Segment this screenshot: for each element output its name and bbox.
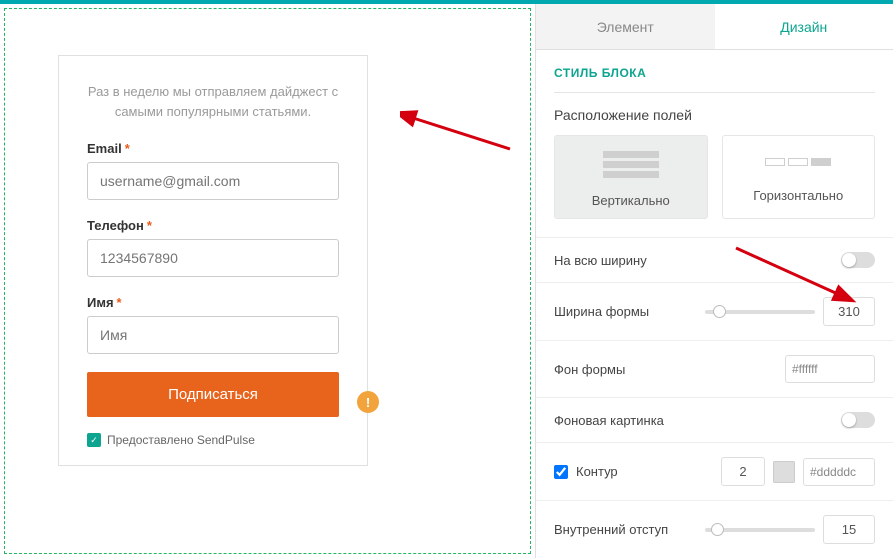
phone-field[interactable]: [87, 239, 339, 277]
bg-image-row: Фоновая картинка: [536, 397, 893, 442]
warning-icon[interactable]: !: [357, 391, 379, 413]
form-width-input[interactable]: [823, 297, 875, 326]
layout-options: Вертикально Горизонтально: [536, 135, 893, 237]
sendpulse-icon: ✓: [87, 433, 101, 447]
padding-slider[interactable]: [705, 528, 815, 532]
padding-row: Внутренний отступ: [536, 500, 893, 558]
section-title: СТИЛЬ БЛОКА: [536, 50, 893, 92]
phone-label: Телефон*: [87, 218, 339, 233]
padding-label: Внутренний отступ: [554, 522, 668, 537]
vertical-preview-icon: [603, 148, 659, 181]
form-intro-text: Раз в неделю мы отправляем дайджест с са…: [87, 82, 339, 121]
properties-panel: Элемент Дизайн СТИЛЬ БЛОКА Расположение …: [535, 4, 893, 558]
canvas-area[interactable]: Раз в неделю мы отправляем дайджест с са…: [4, 8, 531, 554]
name-field[interactable]: [87, 316, 339, 354]
padding-input[interactable]: [823, 515, 875, 544]
full-width-label: На всю ширину: [554, 253, 647, 268]
outline-label: Контур: [576, 464, 618, 479]
panel-tabs: Элемент Дизайн: [536, 4, 893, 50]
name-label: Имя*: [87, 295, 339, 310]
annotation-arrow-1: [400, 109, 520, 159]
layout-horizontal-option[interactable]: Горизонтально: [722, 135, 876, 219]
horizontal-preview-icon: [765, 148, 831, 176]
outline-row: Контур: [536, 442, 893, 500]
bg-image-toggle[interactable]: [841, 412, 875, 428]
bg-color-row: Фон формы: [536, 340, 893, 397]
outline-width-input[interactable]: [721, 457, 765, 486]
form-width-slider[interactable]: [705, 310, 815, 314]
bg-image-label: Фоновая картинка: [554, 413, 664, 428]
layout-vertical-option[interactable]: Вертикально: [554, 135, 708, 219]
outline-color-swatch[interactable]: [773, 461, 795, 483]
tab-design[interactable]: Дизайн: [715, 4, 893, 50]
full-width-row: На всю ширину: [536, 237, 893, 282]
form-width-label: Ширина формы: [554, 304, 649, 319]
layout-heading: Расположение полей: [536, 93, 893, 135]
tab-element[interactable]: Элемент: [536, 4, 715, 50]
subscription-form[interactable]: Раз в неделю мы отправляем дайджест с са…: [58, 55, 368, 466]
full-width-toggle[interactable]: [841, 252, 875, 268]
subscribe-button[interactable]: Подписаться: [87, 372, 339, 417]
bg-color-label: Фон формы: [554, 362, 625, 377]
outline-checkbox[interactable]: [554, 465, 568, 479]
outline-color-input[interactable]: [803, 458, 875, 486]
email-field[interactable]: [87, 162, 339, 200]
attribution: ✓ Предоставлено SendPulse: [87, 433, 339, 447]
bg-color-input[interactable]: [785, 355, 875, 383]
form-width-row: Ширина формы: [536, 282, 893, 340]
email-label: Email*: [87, 141, 339, 156]
